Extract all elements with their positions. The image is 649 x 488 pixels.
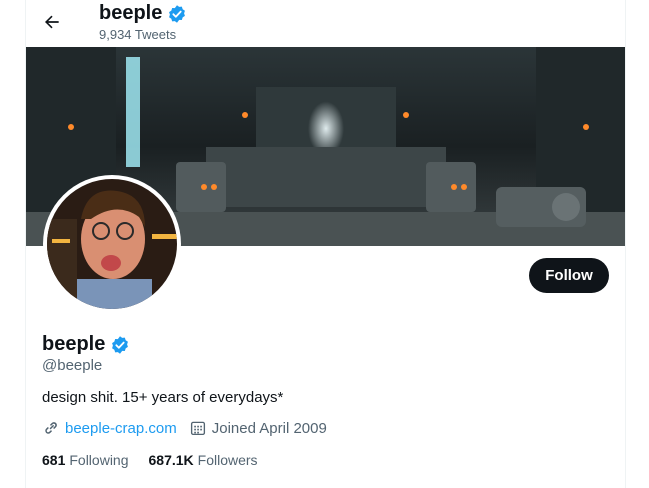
following-label: Following bbox=[69, 452, 129, 468]
header-name: beeple bbox=[99, 2, 187, 25]
tweet-count: 9,934 Tweets bbox=[99, 27, 177, 42]
display-name: beeple bbox=[42, 333, 130, 356]
avatar-frame[interactable] bbox=[43, 175, 181, 313]
follow-button[interactable]: Follow bbox=[529, 258, 609, 293]
arrow-left-icon bbox=[45, 15, 59, 29]
back-button[interactable] bbox=[35, 5, 69, 39]
joined-date: Joined April 2009 bbox=[211, 419, 327, 437]
link-icon bbox=[45, 422, 57, 434]
verified-badge-icon bbox=[112, 335, 129, 354]
followers-count: 687.1K bbox=[148, 452, 194, 468]
following-count: 681 bbox=[42, 452, 66, 468]
avatar-image bbox=[47, 179, 177, 309]
following-link[interactable]: 681 Following bbox=[42, 452, 129, 468]
handle: @beeple bbox=[42, 357, 103, 374]
profile-meta: beeple-crap.com Joined April 2009 bbox=[42, 419, 339, 437]
bio: design shit. 15+ years of everydays* bbox=[42, 389, 284, 406]
display-name-text: beeple bbox=[42, 333, 106, 355]
calendar-icon bbox=[190, 421, 205, 436]
profile-column: beeple 9,934 Tweets Follow beeple @beepl… bbox=[25, 0, 626, 488]
followers-label: Followers bbox=[197, 452, 258, 468]
followers-link[interactable]: 687.1K Followers bbox=[149, 452, 258, 468]
website-link[interactable]: beeple-crap.com bbox=[65, 420, 177, 437]
website-item: beeple-crap.com bbox=[42, 419, 177, 437]
profile-header: beeple 9,934 Tweets bbox=[26, 0, 625, 47]
avatar bbox=[47, 179, 177, 309]
profile-stats: 681 Following 687.1K Followers bbox=[42, 452, 278, 468]
joined-item: Joined April 2009 bbox=[189, 419, 327, 437]
verified-badge-icon bbox=[169, 4, 186, 23]
header-name-text: beeple bbox=[99, 2, 163, 24]
